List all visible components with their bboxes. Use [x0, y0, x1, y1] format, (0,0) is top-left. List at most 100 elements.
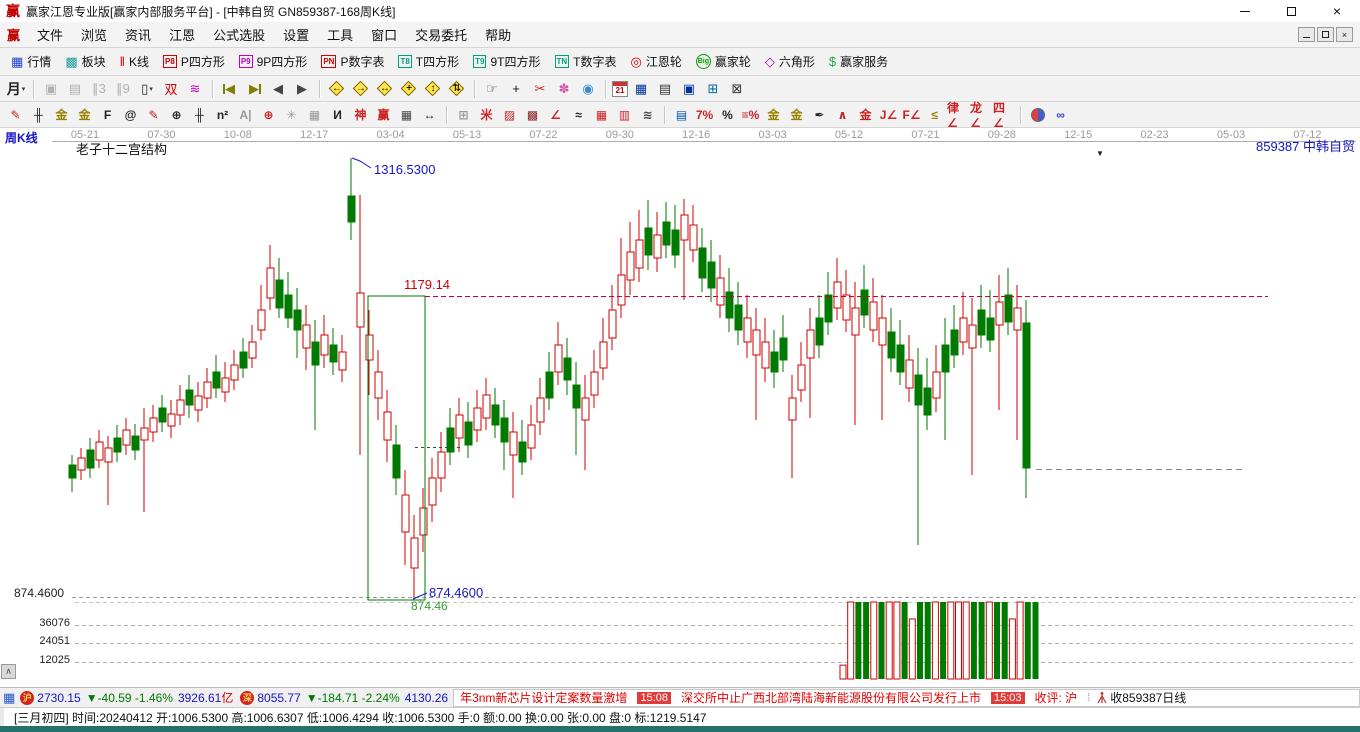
zoom-vertical-button[interactable]: ↕ [422, 79, 444, 99]
slant-lines-tool-button[interactable]: ≋ [637, 105, 658, 125]
grid-comb-tool-button[interactable]: ╫ [28, 105, 49, 125]
fan-grid-tool-button[interactable]: ▨ [499, 105, 520, 125]
taiji-button-button[interactable] [1027, 105, 1048, 125]
page-right-button[interactable]: ▶ [291, 79, 313, 99]
gray-grid-tool-button[interactable]: ▦ [304, 105, 325, 125]
kline-button[interactable]: ‖ K线 [113, 53, 156, 70]
wedge-tool-button[interactable]: ≤ [924, 105, 945, 125]
crosshair-button[interactable]: + [505, 79, 527, 99]
red-golden-tool-button[interactable]: 金 [855, 105, 876, 125]
zoom-right-button[interactable]: → [350, 79, 372, 99]
f-grid-tool-button[interactable]: F [97, 105, 118, 125]
menu-帮助[interactable]: 帮助 [476, 23, 520, 46]
quotes-button[interactable]: ▦ 行情 [4, 53, 58, 70]
first-bar-button[interactable]: ◀ [219, 79, 241, 99]
calculator-button[interactable]: ▦ [630, 79, 652, 99]
zoom-horizontal-button[interactable]: ↔ [374, 79, 396, 99]
quote-table-icon[interactable]: ▦ [3, 690, 15, 706]
calendar-button[interactable]: 21 [612, 80, 628, 97]
t-square-button[interactable]: T8 T四方形 [391, 53, 466, 70]
si-angle-tool-button[interactable]: 四∠ [993, 101, 1014, 130]
p9-square-button[interactable]: P9 9P四方形 [232, 53, 314, 70]
menu-江恩[interactable]: 江恩 [160, 23, 204, 46]
star-grid-tool-button[interactable]: ✳ [281, 105, 302, 125]
lv-angle-tool-button[interactable]: 律∠ [947, 101, 968, 130]
number-grid-tool-button[interactable]: ▦ [396, 105, 417, 125]
pattern-tool-button[interactable]: ◉ [577, 79, 599, 99]
mirror-tool-button[interactable]: A| [235, 105, 256, 125]
scroll-up-button[interactable]: ∧ [1, 664, 16, 679]
red-grid-tool-button[interactable]: ▦ [591, 105, 612, 125]
menu-文件[interactable]: 文件 [28, 23, 72, 46]
maximize-button[interactable] [1268, 0, 1314, 22]
idea-tool-button[interactable]: ✽ [553, 79, 575, 99]
zoom-left-button[interactable]: ← [326, 79, 348, 99]
menu-资讯[interactable]: 资讯 [116, 23, 160, 46]
chart-area[interactable]: 05-21 07-30 10-08 12-17 03-04 05-13 07-22 09-30… [0, 128, 1360, 688]
close-button[interactable]: × [1314, 0, 1360, 22]
golden-grid2-tool-button[interactable]: 金 [74, 105, 95, 125]
split-tool-button[interactable]: ⊞ [453, 105, 474, 125]
compass-tool-button[interactable]: ⊕ [166, 105, 187, 125]
cut-tool-button[interactable]: ✂ [529, 79, 551, 99]
minutes9-button[interactable]: ∥9 [112, 79, 134, 99]
golden-line-tool-button[interactable]: 金 [786, 105, 807, 125]
menu-设置[interactable]: 设置 [274, 23, 318, 46]
square-number-tool-button[interactable]: n² [212, 105, 233, 125]
menu-窗口[interactable]: 窗口 [362, 23, 406, 46]
gann-wheel-button[interactable]: ◎ 江恩轮 [624, 53, 689, 70]
percent-line-tool-button[interactable]: ≡% [740, 105, 761, 125]
time-comb-tool-button[interactable]: ╫ [189, 105, 210, 125]
f-angle-tool-button[interactable]: F∠ [901, 105, 922, 125]
report-button[interactable]: ▤ [64, 79, 86, 99]
send-button[interactable]: ⊠ [726, 79, 748, 99]
wave-tool-button[interactable]: И [327, 105, 348, 125]
shen-grid-tool-button[interactable]: 神 [350, 105, 371, 125]
page-left-button[interactable]: ◀ [267, 79, 289, 99]
angle-line-tool-button[interactable]: ∠ [545, 105, 566, 125]
a-percent-tool-button[interactable]: ∧ [832, 105, 853, 125]
colorful-kline-button[interactable]: ≋ [184, 79, 206, 99]
golden-grid-tool-button[interactable]: 金 [51, 105, 72, 125]
menu-工具[interactable]: 工具 [318, 23, 362, 46]
notes-button[interactable]: ▤ [654, 79, 676, 99]
infinity-button-button[interactable]: ∞ [1050, 105, 1071, 125]
zigzag-tool-button[interactable]: ≈ [568, 105, 589, 125]
spiral-tool-button[interactable]: @ [120, 105, 141, 125]
shade-grid-tool-button[interactable]: ▩ [522, 105, 543, 125]
percent-table-tool-button[interactable]: ▤ [671, 105, 692, 125]
sectors-button[interactable]: ▩ 板块 [58, 53, 112, 70]
t-number-table-button[interactable]: TN T数字表 [548, 53, 624, 70]
news-ticker[interactable]: 年3nm新芯片设计定案数量激增 15:08 深交所中止广西北部湾陆海新能源股份有限公… [453, 688, 1360, 707]
menu-交易委托[interactable]: 交易委托 [406, 23, 476, 46]
hand-tool-button[interactable]: ☞ [481, 79, 503, 99]
p-number-table-button[interactable]: PN P数字表 [314, 53, 391, 70]
percent-tool-button[interactable]: % [717, 105, 738, 125]
t9-square-button[interactable]: T9 9T四方形 [466, 53, 547, 70]
ink-tool-button[interactable]: ✒ [809, 105, 830, 125]
column-grid-tool-button[interactable]: ▥ [614, 105, 635, 125]
minimize-button[interactable] [1222, 0, 1268, 22]
save-button[interactable]: ▣ [678, 79, 700, 99]
screenshot-button[interactable]: ▣ [40, 79, 62, 99]
j-angle-tool-button[interactable]: J∠ [878, 105, 899, 125]
menu-公式选股[interactable]: 公式选股 [204, 23, 274, 46]
candle-style-button[interactable]: ▯ ▾ [136, 79, 158, 99]
knife-tool-button[interactable]: ✎ [5, 105, 26, 125]
double-kline-button[interactable]: 双 [160, 79, 182, 99]
hexagon-button[interactable]: ◇ 六角形 [758, 53, 822, 70]
p-square-button[interactable]: P8 P四方形 [156, 53, 232, 70]
measure-tool-button[interactable]: ↔ [419, 105, 440, 125]
menu-浏览[interactable]: 浏览 [72, 23, 116, 46]
mdi-close-button[interactable]: × [1336, 27, 1353, 42]
winner-wheel-button[interactable]: Big 赢家轮 [689, 53, 758, 70]
export-button[interactable]: ⊞ [702, 79, 724, 99]
golden-circle-tool-button[interactable]: 金 [763, 105, 784, 125]
zoom-all-button[interactable]: + [398, 79, 420, 99]
long-angle-tool-button[interactable]: 龙∠ [970, 101, 991, 130]
last-bar-button[interactable]: ▶ [243, 79, 265, 99]
pencil-tool-button[interactable]: ✎ [143, 105, 164, 125]
seven-percent-tool-button[interactable]: 7% [694, 105, 715, 125]
winner-service-button[interactable]: $ 赢家服务 [822, 53, 895, 70]
mdi-minimize-button[interactable] [1298, 27, 1315, 42]
